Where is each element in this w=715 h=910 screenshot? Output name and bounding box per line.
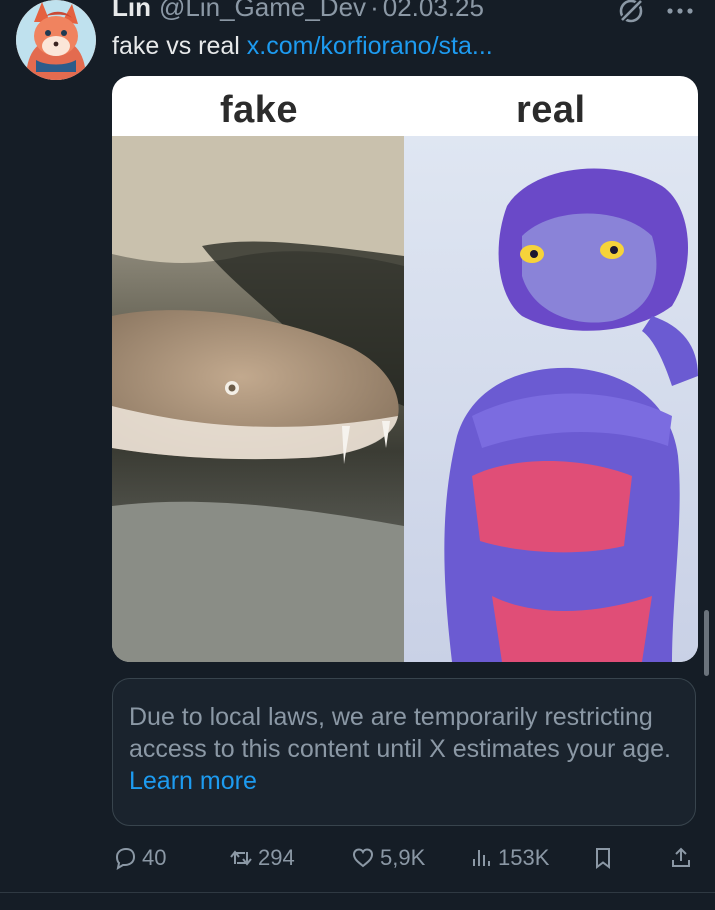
post-date[interactable]: 02.03.25 xyxy=(383,0,484,23)
separator: · xyxy=(370,0,379,22)
scrollbar[interactable] xyxy=(704,610,709,676)
bookmark-icon xyxy=(596,848,610,869)
reply-button[interactable]: 40 xyxy=(112,838,166,878)
author-name[interactable]: Lin xyxy=(112,0,151,23)
repost-button[interactable]: 294 xyxy=(228,838,295,878)
views-button[interactable]: 153K xyxy=(468,838,549,878)
reply-icon xyxy=(115,847,136,871)
views-count: 153K xyxy=(498,845,550,870)
real-label: real xyxy=(516,89,586,131)
share-icon xyxy=(672,847,690,867)
fake-label: fake xyxy=(220,89,299,131)
tweet-body: fake vs real xyxy=(112,32,240,60)
tweet-text: fake vs real x.com/korfiorano/sta... xyxy=(112,30,493,62)
learn-more-link[interactable]: Learn more xyxy=(129,767,257,795)
fox-avatar-icon xyxy=(16,0,96,80)
action-bar: 40 294 5,9K 153K xyxy=(112,838,702,878)
repost-count: 294 xyxy=(258,845,295,870)
notice-text: Due to local laws, we are temporarily re… xyxy=(129,703,671,763)
more-icon[interactable] xyxy=(664,0,696,22)
meme-image xyxy=(112,136,698,662)
post: Lin @Lin_Game_Dev · 02.03.25 fake vs rea… xyxy=(0,0,715,910)
bookmark-button[interactable] xyxy=(590,838,620,878)
views-icon xyxy=(473,850,490,866)
like-button[interactable]: 5,9K xyxy=(350,838,425,878)
reply-count: 40 xyxy=(142,845,167,870)
like-count: 5,9K xyxy=(380,845,426,870)
age-restriction-notice: Due to local laws, we are temporarily re… xyxy=(112,678,696,826)
post-header: Lin @Lin_Game_Dev · 02.03.25 xyxy=(112,0,484,24)
avatar[interactable] xyxy=(16,0,96,80)
repost-icon xyxy=(230,850,252,866)
tweet-link[interactable]: x.com/korfiorano/sta... xyxy=(247,32,493,60)
divider xyxy=(0,892,715,893)
share-button[interactable] xyxy=(668,838,698,878)
media-image[interactable]: fake real xyxy=(112,76,698,662)
heart-icon xyxy=(352,848,374,868)
grok-icon[interactable] xyxy=(616,0,646,26)
author-handle[interactable]: @Lin_Game_Dev xyxy=(159,0,366,23)
